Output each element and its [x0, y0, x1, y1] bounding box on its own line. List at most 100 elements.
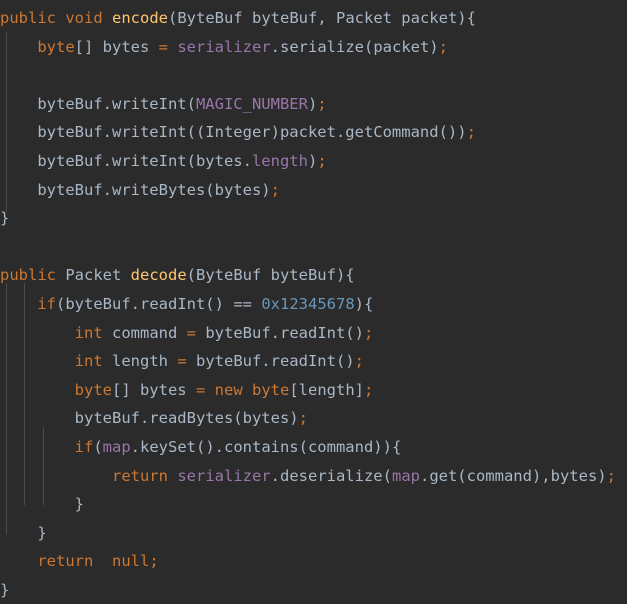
code-token: ): [307, 94, 318, 113]
code-line: }: [0, 576, 627, 604]
code-line: byteBuf.writeInt(MAGIC_NUMBER);: [0, 90, 627, 119]
code-token: Packet: [56, 266, 131, 285]
code-token: (byteBuf.readInt(): [56, 294, 234, 313]
code-token: =: [158, 37, 168, 56]
code-token: serializer: [177, 37, 271, 56]
code-token: ;: [466, 123, 476, 142]
code-token: =: [186, 323, 196, 342]
code-line: if(map.keySet().contains(command)){: [0, 433, 627, 462]
code-token: ;: [363, 323, 374, 342]
code-token: public: [0, 9, 56, 27]
code-token: byte: [37, 37, 75, 56]
code-line: public Packet decode(ByteBuf byteBuf){: [0, 261, 627, 290]
code-token: byteBuf.writeInt((Integer)packet.getComm…: [0, 123, 467, 142]
code-line: byteBuf.writeInt((Integer)packet.getComm…: [0, 118, 627, 147]
code-token: int: [74, 352, 103, 371]
code-token: decode: [130, 266, 187, 285]
code-token: .get(command),bytes): [419, 466, 607, 485]
code-token: byteBuf.readInt(): [196, 323, 364, 342]
code-token: ;: [298, 409, 308, 428]
code-token: length: [102, 352, 178, 371]
code-line: if(byteBuf.readInt() == 0x12345678){: [0, 290, 627, 319]
code-token: ){: [354, 294, 374, 313]
code-token: ;: [438, 37, 448, 56]
code-token: new: [214, 380, 243, 399]
code-token: serializer: [177, 466, 271, 485]
code-token: [length]: [289, 380, 364, 399]
code-token: command: [102, 323, 187, 342]
code-line: byte[] bytes = new byte[length];: [0, 376, 627, 405]
code-line: public void encode(ByteBuf byteBuf, Pack…: [0, 4, 627, 33]
code-token: ;: [149, 552, 159, 571]
code-token: byteBuf.writeBytes(bytes): [0, 180, 271, 199]
code-line: return serializer.deserialize(map.get(co…: [0, 462, 627, 491]
code-token: byte: [74, 380, 112, 399]
code-editor[interactable]: public void encode(ByteBuf byteBuf, Pack…: [0, 0, 627, 599]
code-token: ;: [364, 380, 374, 399]
code-token: map: [102, 437, 131, 456]
code-token: ): [307, 151, 318, 170]
code-token: ;: [270, 180, 280, 199]
code-token: .keySet().contains(command)){: [130, 437, 402, 456]
code-token: return: [111, 466, 168, 485]
code-token: if: [74, 437, 94, 456]
code-line: int length = byteBuf.readInt();: [0, 347, 627, 376]
code-token: void: [65, 9, 103, 27]
code-token: ;: [354, 352, 364, 371]
code-token: byteBuf.writeInt(: [0, 94, 196, 113]
code-token: public: [0, 266, 56, 285]
code-token: (ByteBuf byteBuf){: [186, 266, 355, 285]
code-token: ;: [317, 151, 327, 170]
code-token: length: [251, 151, 308, 170]
code-token: }: [0, 495, 84, 514]
code-token: .serialize(packet): [270, 37, 439, 56]
code-token: }: [0, 580, 10, 599]
code-token: byte: [252, 380, 290, 399]
code-token: (ByteBuf byteBuf, Packet packet){: [168, 9, 476, 27]
code-line: int command = byteBuf.readInt();: [0, 319, 627, 348]
code-token: null: [112, 552, 150, 571]
code-line: }: [0, 204, 627, 233]
code-token: =: [177, 352, 187, 371]
code-line: byte[] bytes = serializer.serialize(pack…: [0, 33, 627, 62]
code-content[interactable]: public void encode(ByteBuf byteBuf, Pack…: [0, 0, 627, 604]
code-token: return: [37, 552, 94, 571]
code-line: }: [0, 490, 627, 519]
code-token: if: [37, 294, 56, 313]
code-token: [] bytes: [74, 37, 159, 56]
code-token: [] bytes: [111, 380, 196, 399]
code-token: byteBuf.readInt(): [186, 352, 355, 371]
code-token: MAGIC_NUMBER: [195, 94, 308, 113]
code-token: }: [0, 523, 47, 542]
code-token: byteBuf.readBytes(bytes): [0, 409, 299, 428]
code-line: byteBuf.readBytes(bytes);: [0, 404, 627, 433]
code-token: ;: [317, 94, 327, 113]
code-line: byteBuf.writeInt(bytes.length);: [0, 147, 627, 176]
code-token: (: [93, 437, 103, 456]
code-token: byteBuf.writeInt(bytes.: [0, 151, 252, 170]
code-token: encode: [112, 9, 169, 27]
code-line: return null;: [0, 547, 627, 576]
code-line: byteBuf.writeBytes(bytes);: [0, 176, 627, 205]
code-token: ==: [233, 294, 252, 313]
code-token: =: [195, 380, 206, 399]
code-token: .deserialize(: [270, 466, 392, 485]
code-token: 0x12345678: [261, 294, 355, 313]
